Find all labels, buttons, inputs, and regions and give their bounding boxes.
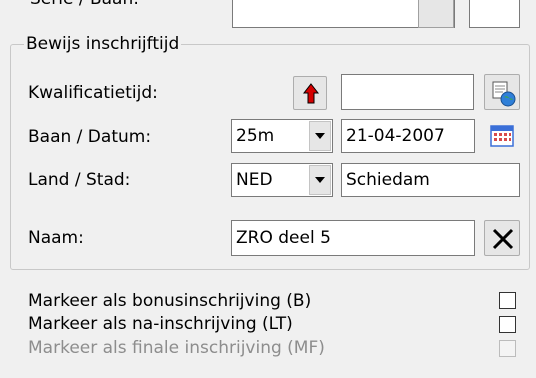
final-entry-checkbox <box>499 340 516 357</box>
late-entry-label: Markeer als na-inschrijving (LT) <box>28 314 293 334</box>
baan-field[interactable] <box>469 0 520 28</box>
x-clear-icon <box>492 228 514 250</box>
red-up-arrow-icon <box>302 83 320 104</box>
up-arrow-button[interactable] <box>293 76 327 110</box>
country-city-label: Land / Stad: <box>28 170 131 190</box>
course-length-select[interactable]: 25m <box>231 119 333 153</box>
date-input[interactable]: 21-04-2007 <box>341 119 475 153</box>
name-label: Naam: <box>28 228 84 248</box>
course-date-label: Baan / Datum: <box>28 127 152 147</box>
course-length-dropdown[interactable] <box>309 121 331 151</box>
country-dropdown[interactable] <box>309 165 331 195</box>
course-length-value: 25m <box>236 126 275 146</box>
clear-button[interactable] <box>484 220 520 256</box>
city-input[interactable]: Schiedam <box>341 163 520 197</box>
late-entry-checkbox[interactable] <box>499 316 516 333</box>
country-select[interactable]: NED <box>231 163 333 197</box>
qualification-time-input[interactable] <box>341 74 474 110</box>
group-title: Bewijs inschrijftijd <box>24 33 182 55</box>
globe-lookup-icon <box>492 81 516 107</box>
calendar-button[interactable] <box>484 119 520 153</box>
final-entry-label: Markeer als finale inschrijving (MF) <box>28 338 325 358</box>
bonus-entry-checkbox[interactable] <box>499 292 516 309</box>
qualification-label: Kwalificatietijd: <box>28 83 158 103</box>
serie-baan-label: Serie / Baan: <box>30 0 139 10</box>
calendar-icon <box>490 125 514 147</box>
bonus-entry-label: Markeer als bonusinschrijving (B) <box>28 291 312 311</box>
name-input[interactable]: ZRO deel 5 <box>231 220 475 256</box>
chevron-down-icon <box>315 133 325 139</box>
serie-dropdown-button[interactable] <box>418 0 454 28</box>
lookup-button[interactable] <box>484 74 520 110</box>
chevron-down-icon <box>315 177 325 183</box>
country-value: NED <box>236 170 273 190</box>
